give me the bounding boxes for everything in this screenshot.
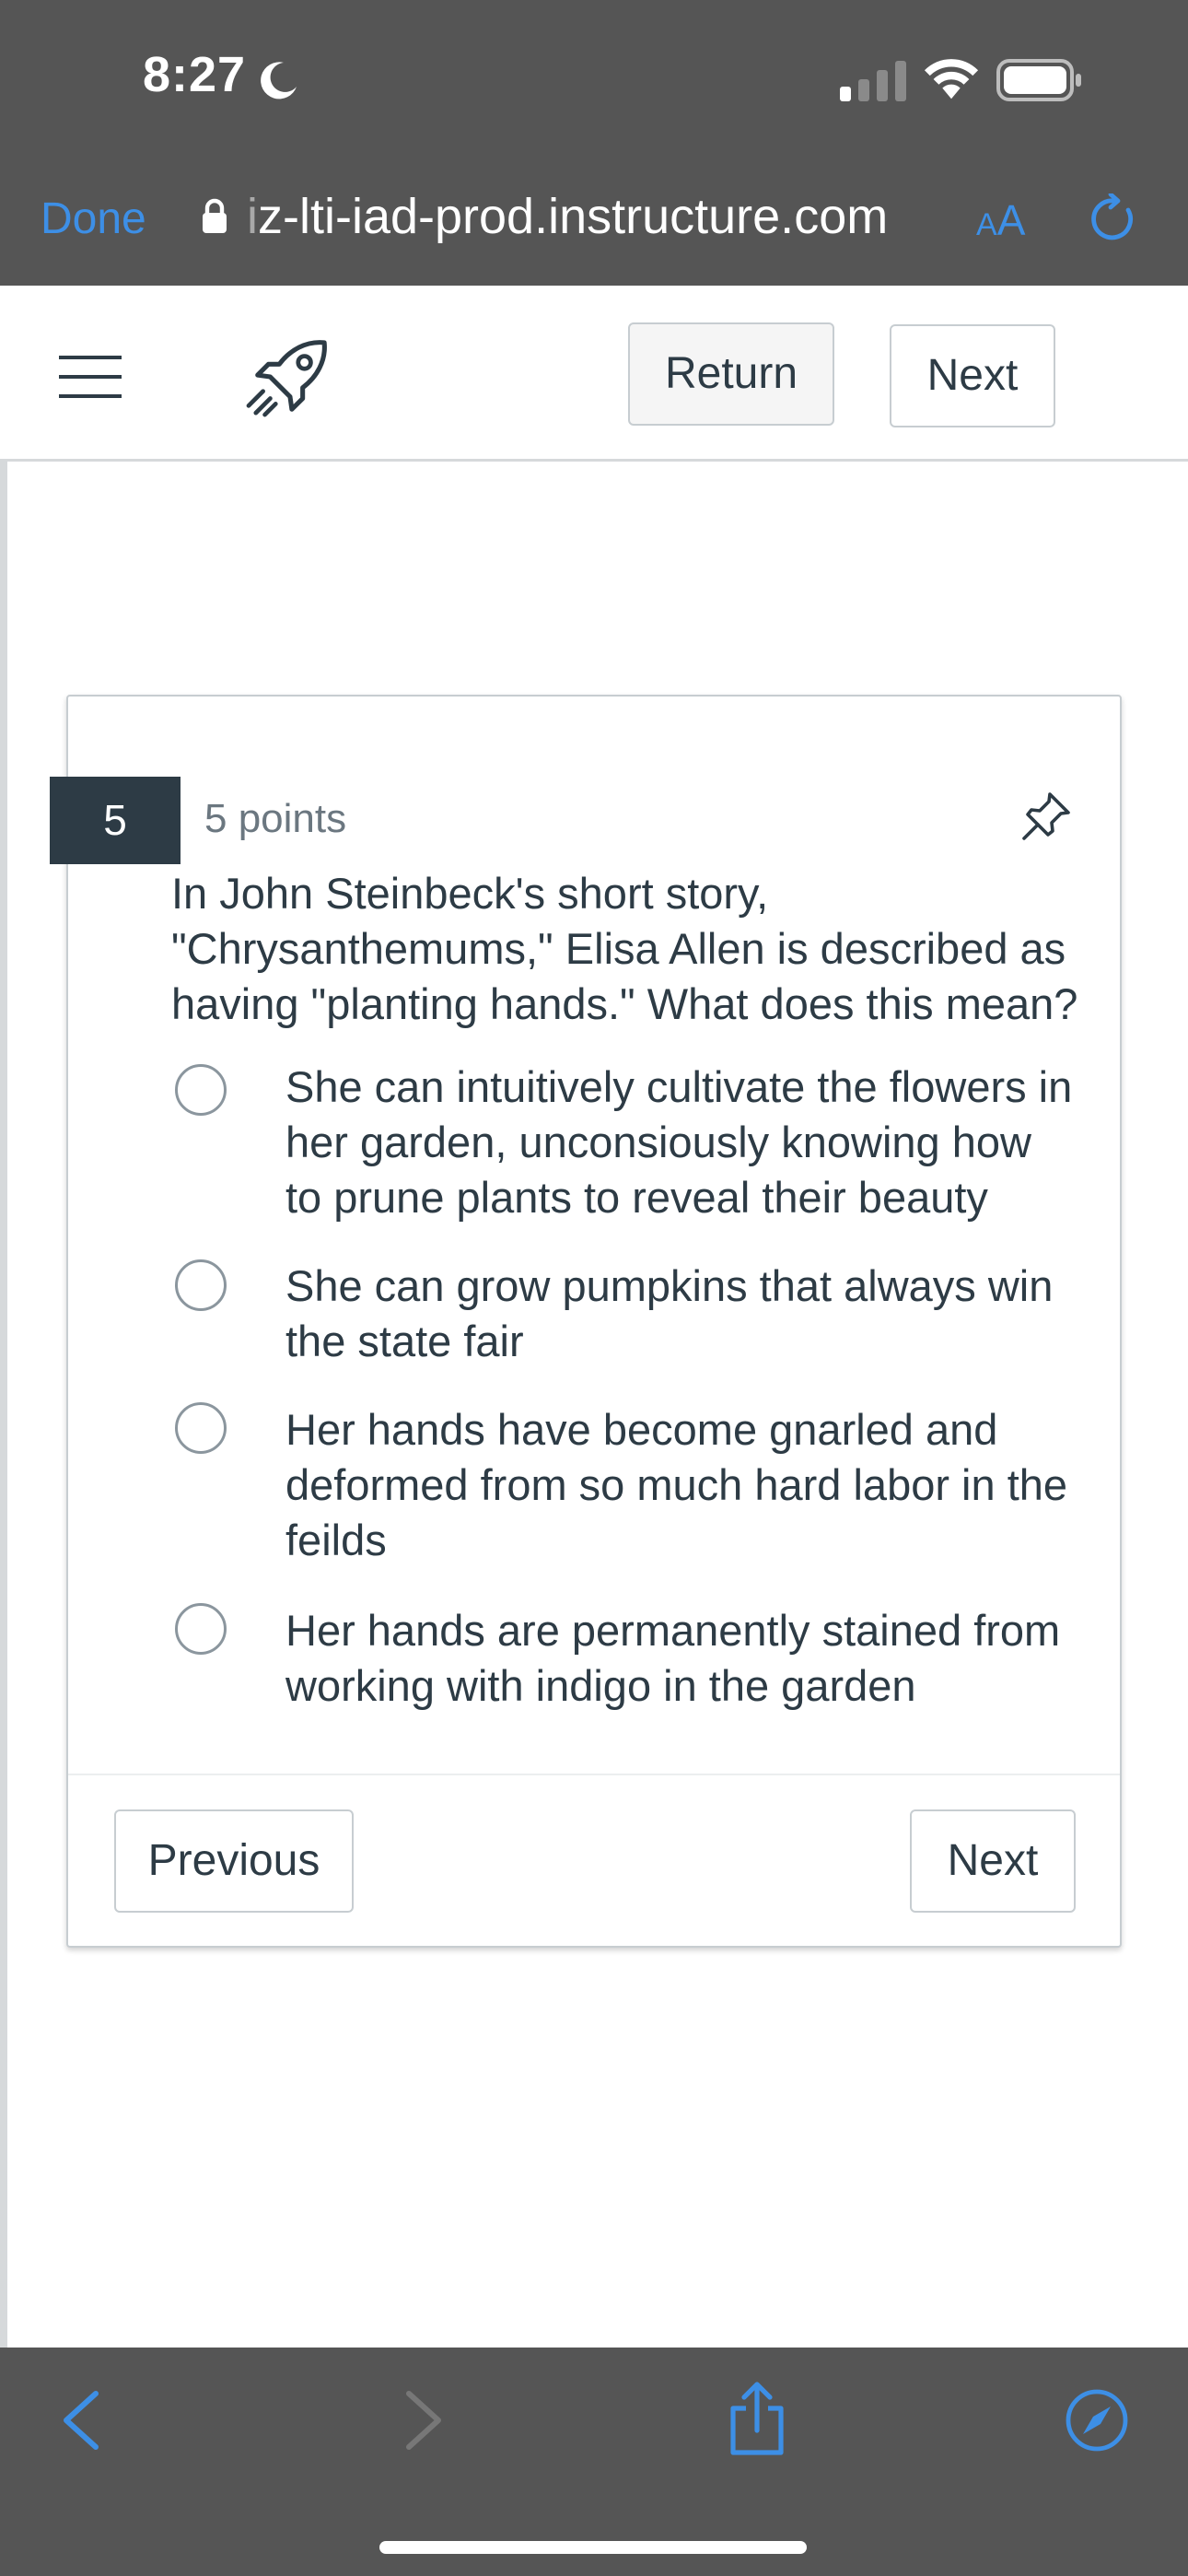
browser-toolbar — [0, 2348, 1188, 2576]
radio-button[interactable] — [175, 1402, 227, 1454]
previous-button[interactable]: Previous — [114, 1809, 354, 1913]
wifi-icon — [924, 59, 979, 100]
radio-button[interactable] — [175, 1603, 227, 1655]
status-time: 8:27 — [143, 47, 247, 102]
text-size-button[interactable]: AA — [976, 195, 1025, 245]
compass-icon[interactable] — [1065, 2388, 1129, 2453]
next-button-bottom[interactable]: Next — [910, 1809, 1076, 1913]
answer-label[interactable]: Her hands have become gnarled and deform… — [285, 1402, 1077, 1568]
text-size-big-a: A — [996, 196, 1026, 244]
lock-icon — [203, 198, 227, 233]
radio-button[interactable] — [175, 1259, 227, 1311]
hamburger-menu-icon[interactable] — [59, 354, 122, 400]
pin-icon[interactable] — [1020, 790, 1072, 842]
share-icon[interactable] — [728, 2381, 786, 2456]
answer-label[interactable]: Her hands are permanently stained from w… — [285, 1603, 1077, 1714]
quiz-header: Return Next — [0, 286, 1188, 462]
text-size-small-a: A — [976, 207, 997, 242]
question-text: In John Steinbeck's short story, "Chrysa… — [171, 869, 1078, 1028]
moon-icon — [261, 62, 297, 100]
question-points: 5 points — [204, 796, 347, 841]
cellular-signal-icon — [840, 61, 906, 101]
card-divider — [68, 1774, 1120, 1775]
left-rail — [0, 462, 7, 2348]
home-indicator[interactable] — [379, 2541, 807, 2554]
forward-arrow-icon[interactable] — [402, 2390, 448, 2451]
answer-label[interactable]: She can intuitively cultivate the flower… — [285, 1060, 1077, 1225]
url-prefix: i — [247, 189, 258, 244]
question-number-badge: 5 — [50, 777, 181, 864]
done-button[interactable]: Done — [41, 193, 146, 244]
rocket-icon[interactable] — [245, 337, 332, 420]
browser-address-bar: Done iz-lti-iad-prod.instructure.com AA — [0, 147, 1188, 286]
radio-button[interactable] — [175, 1064, 227, 1116]
back-arrow-icon[interactable] — [57, 2390, 103, 2451]
url-text: z-lti-iad-prod.instructure.com — [258, 189, 889, 244]
battery-icon — [996, 59, 1081, 101]
reload-icon[interactable] — [1090, 193, 1138, 245]
url-field[interactable]: iz-lti-iad-prod.instructure.com — [247, 188, 888, 245]
status-bar: 8:27 — [0, 0, 1188, 147]
answer-label[interactable]: She can grow pumpkins that always win th… — [285, 1259, 1077, 1369]
return-button[interactable]: Return — [628, 322, 834, 426]
next-button-top[interactable]: Next — [890, 324, 1055, 427]
